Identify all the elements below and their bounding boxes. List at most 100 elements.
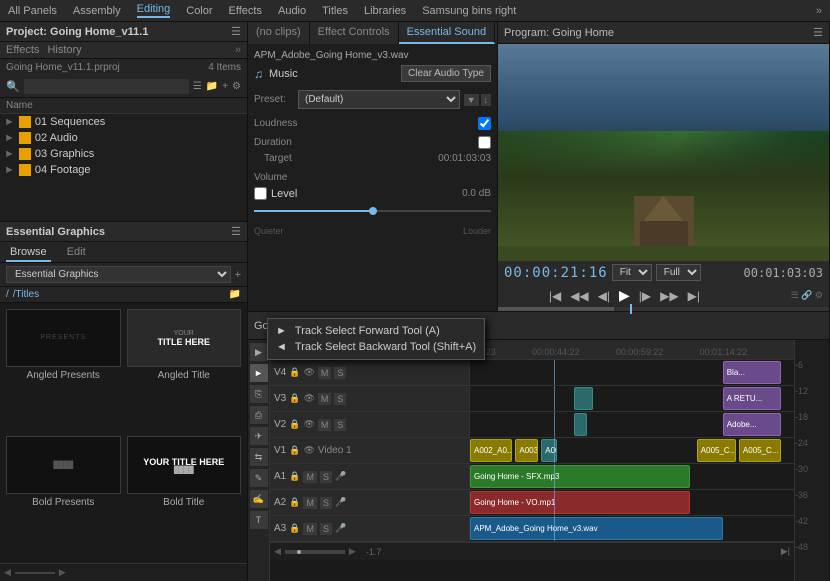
track-v2-content[interactable]: Adobe... <box>470 412 794 437</box>
track-v3-s[interactable]: S <box>334 393 346 405</box>
track-v1-content[interactable]: A002_A0... A003... A00... A005_C... A005… <box>470 438 794 463</box>
track-a3-m[interactable]: M <box>303 523 317 535</box>
full-select[interactable]: Full <box>656 264 701 281</box>
settings-icon[interactable]: ⚙ <box>232 81 241 92</box>
hand-tool[interactable]: ✍ <box>250 490 268 508</box>
tooltip-item-2[interactable]: ◄ Track Select Backward Tool (Shift+A) <box>276 339 476 355</box>
new-folder-icon[interactable]: 📁 <box>229 289 241 300</box>
track-toggle-s[interactable]: S <box>334 367 346 379</box>
graphic-item-angled-presents[interactable]: PRESENTS Angled Presents <box>6 309 121 430</box>
nav-color[interactable]: Color <box>186 5 212 17</box>
effects-tab[interactable]: Effects <box>6 44 39 56</box>
tooltip-item-1[interactable]: ► Track Select Forward Tool (A) <box>276 323 476 339</box>
track-lock-icon[interactable]: 🔒 <box>289 367 300 378</box>
list-view-icon[interactable]: ☰ <box>193 81 202 92</box>
clear-audio-type-button[interactable]: Clear Audio Type <box>401 65 491 82</box>
nav-all-panels[interactable]: All Panels <box>8 5 57 17</box>
clip-apm[interactable]: APM_Adobe_Going Home_v3.wav <box>470 517 723 540</box>
nav-samsung-bins[interactable]: Samsung bins right <box>422 5 516 17</box>
prev-page-icon[interactable]: ◀ <box>4 567 11 578</box>
track-v3-lock[interactable]: 🔒 <box>289 393 300 404</box>
track-a1-content[interactable]: Going Home - SFX.mp3 <box>470 464 794 489</box>
clip-v3-teal[interactable] <box>574 387 593 410</box>
track-v2-eye[interactable]: 👁 <box>303 419 314 430</box>
file-item-audio[interactable]: ► 02 Audio <box>0 130 247 146</box>
selection-tool[interactable]: ▶ <box>250 343 268 361</box>
track-select-tool[interactable]: ► <box>250 364 268 382</box>
fit-select[interactable]: Fit <box>612 264 652 281</box>
next-page-icon[interactable]: ▶ <box>59 567 66 578</box>
tab-browse[interactable]: Browse <box>6 244 51 262</box>
project-menu-icon[interactable]: ☰ <box>231 25 241 38</box>
graphic-item-bold-title[interactable]: YOUR TITLE HERE ████ Bold Title <box>127 436 242 557</box>
history-tab[interactable]: History <box>47 44 81 56</box>
clip-a003[interactable]: A003... <box>515 439 538 462</box>
nav-assembly[interactable]: Assembly <box>73 5 121 17</box>
preset-save-icon[interactable]: ↓ <box>481 94 492 106</box>
clip-sfx[interactable]: Going Home - SFX.mp3 <box>470 465 690 488</box>
graphic-item-bold-presents[interactable]: ████ Bold Presents <box>6 436 121 557</box>
razor-tool[interactable]: ✈ <box>250 427 268 445</box>
nav-audio[interactable]: Audio <box>278 5 306 17</box>
slip-tool[interactable]: ⇆ <box>250 448 268 466</box>
track-v1-lock[interactable]: 🔒 <box>289 445 300 456</box>
jump-start-button[interactable]: |◀ <box>546 288 564 304</box>
track-a1-s[interactable]: S <box>320 471 332 483</box>
track-a3-content[interactable]: APM_Adobe_Going Home_v3.wav <box>470 516 794 541</box>
text-tool[interactable]: T <box>250 511 268 529</box>
ripple-edit-tool[interactable]: ⎘ <box>250 385 268 403</box>
track-a3-lock[interactable]: 🔒 <box>289 523 300 534</box>
track-a2-s[interactable]: S <box>320 497 332 509</box>
rate-stretch-tool[interactable]: ⎙ <box>250 406 268 424</box>
timeline-zoom-in[interactable]: ▶ <box>349 546 356 557</box>
path-titles[interactable]: /Titles <box>13 289 39 300</box>
graphics-menu-icon[interactable]: ☰ <box>231 225 241 238</box>
panel-expand-icon[interactable]: » <box>235 44 241 56</box>
clip-a-retu[interactable]: A RETU... <box>723 387 781 410</box>
nav-effects[interactable]: Effects <box>229 5 262 17</box>
track-eye-icon[interactable]: 👁 <box>303 367 314 378</box>
tab-essential-sound[interactable]: Essential Sound <box>399 22 496 44</box>
preset-down-icon[interactable]: ▼ <box>464 94 479 106</box>
track-v3-m[interactable]: M <box>318 393 332 405</box>
new-bin-icon[interactable]: + <box>222 81 228 92</box>
clip-adobe[interactable]: Adobe... <box>723 413 781 436</box>
track-v2-s[interactable]: S <box>334 419 346 431</box>
clip-v2-teal[interactable] <box>574 413 587 436</box>
clip-a002[interactable]: A002_A0... <box>470 439 512 462</box>
monitor-progress-bar[interactable] <box>498 307 829 311</box>
nav-titles[interactable]: Titles <box>322 5 348 17</box>
tab-edit[interactable]: Edit <box>63 244 90 262</box>
nav-libraries[interactable]: Libraries <box>364 5 406 17</box>
graphics-preset-select[interactable]: Essential Graphics <box>6 266 231 283</box>
nav-editing[interactable]: Editing <box>137 3 171 18</box>
prev-frame-button[interactable]: ◀| <box>595 288 613 304</box>
file-item-sequences[interactable]: ► 01 Sequences <box>0 114 247 130</box>
pen-tool[interactable]: ✎ <box>250 469 268 487</box>
track-a2-content[interactable]: Going Home - VO.mp1 <box>470 490 794 515</box>
track-a2-lock[interactable]: 🔒 <box>289 497 300 508</box>
clip-vo[interactable]: Going Home - VO.mp1 <box>470 491 690 514</box>
track-v4-content[interactable]: Bla... <box>470 360 794 385</box>
play-button[interactable]: ▶ <box>616 286 633 305</box>
monitor-menu-icon[interactable]: ☰ <box>813 26 823 39</box>
track-a1-m[interactable]: M <box>303 471 317 483</box>
track-v3-content[interactable]: A RETU... <box>470 386 794 411</box>
track-a3-s[interactable]: S <box>320 523 332 535</box>
tab-effect-controls[interactable]: Effect Controls <box>310 22 399 44</box>
timeline-zoom-out[interactable]: ◀ <box>274 546 281 557</box>
timeline-end-marker[interactable]: ▶| <box>781 546 790 557</box>
track-v3-eye[interactable]: 👁 <box>303 393 314 404</box>
nav-overflow[interactable]: » <box>816 5 822 17</box>
track-v2-lock[interactable]: 🔒 <box>289 419 300 430</box>
file-item-footage[interactable]: ► 04 Footage <box>0 162 247 178</box>
next-frame-button[interactable]: |▶ <box>636 288 654 304</box>
jump-end-button[interactable]: ▶| <box>685 288 703 304</box>
file-item-graphics[interactable]: ► 03 Graphics <box>0 146 247 162</box>
track-a2-m[interactable]: M <box>303 497 317 509</box>
track-v1-eye[interactable]: 👁 <box>303 445 314 456</box>
loudness-checkbox[interactable] <box>478 117 491 130</box>
folder-icon[interactable]: 📁 <box>206 81 218 92</box>
clip-bla[interactable]: Bla... <box>723 361 781 384</box>
track-a1-lock[interactable]: 🔒 <box>289 471 300 482</box>
